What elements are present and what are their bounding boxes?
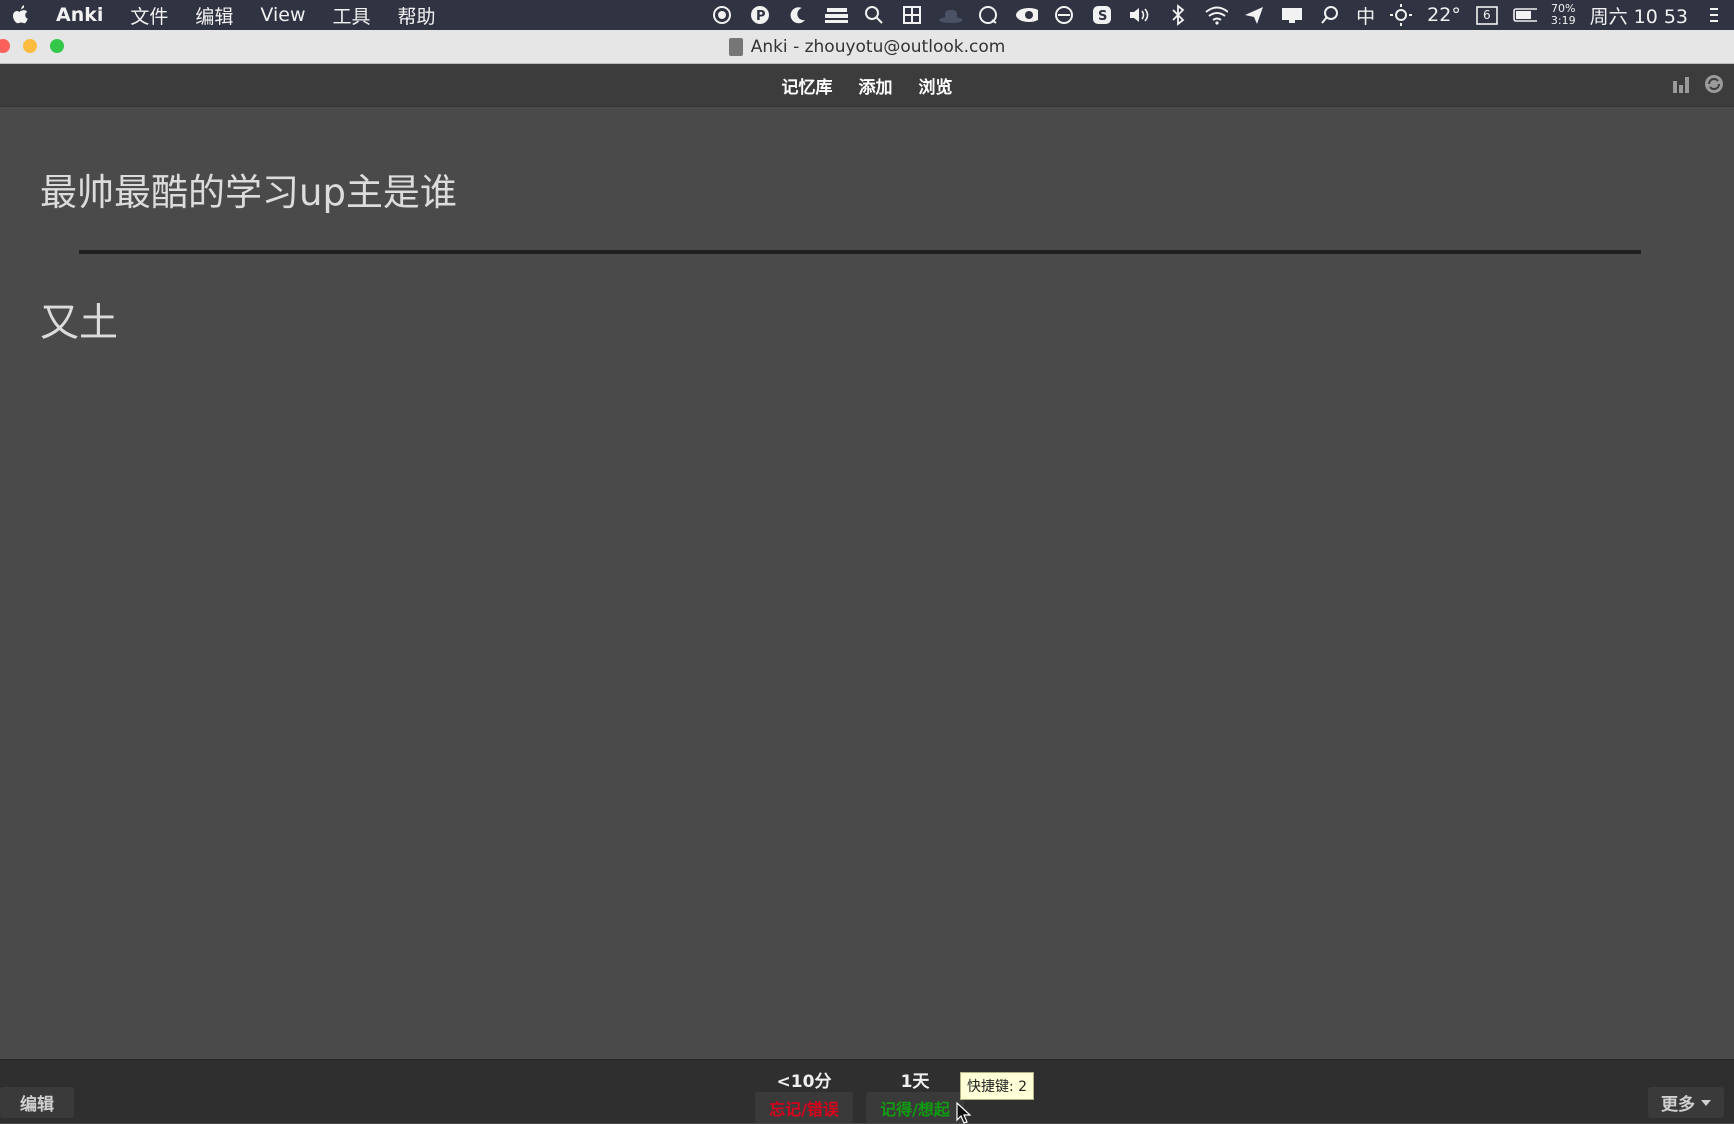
volume-icon[interactable] (1128, 3, 1152, 27)
stats-icon[interactable] (1672, 74, 1692, 94)
moon-icon[interactable] (786, 3, 810, 27)
anki-toolbar: 记忆库 添加 浏览 (0, 64, 1734, 107)
answer-divider (79, 250, 1641, 254)
card-question: 最帅最酷的学习up主是谁 (40, 171, 457, 214)
sync-icon[interactable] (1704, 74, 1724, 94)
record-icon[interactable] (710, 3, 734, 27)
menu-view[interactable]: View (260, 4, 305, 26)
shortcut-tooltip: 快捷键: 2 (960, 1072, 1035, 1100)
menu-tools[interactable]: 工具 (333, 2, 371, 29)
browse-link[interactable]: 浏览 (919, 73, 953, 98)
more-label: 更多 (1661, 1095, 1695, 1115)
bluetooth-icon[interactable] (1166, 3, 1190, 27)
clock[interactable]: 周六 10 53 (1590, 2, 1688, 29)
card-answer: 又土 (40, 301, 119, 346)
svg-text:S: S (1098, 9, 1107, 24)
mouse-cursor-icon (956, 1102, 972, 1124)
spotlight-icon[interactable] (1318, 3, 1342, 27)
calendar-icon[interactable]: 6 (1475, 3, 1499, 27)
menu-file[interactable]: 文件 (130, 2, 168, 29)
document-icon (728, 37, 743, 56)
more-button[interactable]: 更多 (1648, 1087, 1724, 1118)
good-column: 1天 记得/想起 (866, 1067, 964, 1123)
temperature[interactable]: 22° (1427, 4, 1461, 26)
stack-icon[interactable] (824, 3, 849, 27)
zoom-window-button[interactable] (50, 39, 64, 53)
answer-bar: 编辑 <10分 忘记/错误 1天 记得/想起 快捷键: 2 更多 (0, 1059, 1734, 1124)
hat-icon[interactable] (938, 3, 963, 27)
eye-icon[interactable] (1014, 3, 1039, 27)
wifi-icon[interactable] (1204, 3, 1229, 27)
brightness-icon[interactable] (1389, 3, 1413, 27)
battery-time: 3:19 (1550, 14, 1576, 27)
window-title-bar: Anki - zhouyotu@outlook.com (0, 30, 1734, 64)
menu-app-anki[interactable]: Anki (56, 4, 103, 26)
search-icon[interactable] (862, 3, 886, 27)
chevron-down-icon (1701, 1099, 1711, 1106)
p-app-icon[interactable]: P (748, 3, 772, 27)
good-button[interactable]: 记得/想起 (866, 1092, 964, 1123)
minimize-window-button[interactable] (23, 39, 37, 53)
system-menu-bar: Anki 文件 编辑 View 工具 帮助 P S 中 22° 6 70% 3:… (0, 0, 1734, 30)
good-interval: 1天 (900, 1072, 930, 1092)
battery-icon[interactable] (1513, 3, 1537, 27)
apple-icon[interactable] (10, 4, 32, 26)
window-title: Anki - zhouyotu@outlook.com (750, 36, 1006, 57)
svg-text:P: P (756, 9, 766, 24)
again-button[interactable]: 忘记/错误 (755, 1092, 853, 1123)
again-interval: <10分 (776, 1072, 832, 1092)
grid-icon[interactable] (900, 3, 924, 27)
location-icon[interactable] (1242, 3, 1266, 27)
menu-help[interactable]: 帮助 (398, 2, 436, 29)
decks-link[interactable]: 记忆库 (782, 73, 833, 98)
input-method-indicator[interactable]: 中 (1356, 2, 1375, 29)
list-icon[interactable] (1702, 3, 1726, 27)
menu-edit[interactable]: 编辑 (195, 2, 233, 29)
add-link[interactable]: 添加 (859, 73, 893, 98)
notification-icon[interactable] (1280, 3, 1304, 27)
again-column: <10分 忘记/错误 (755, 1067, 853, 1123)
card-view: 最帅最酷的学习up主是谁 又土 (0, 107, 1734, 1059)
chat-icon[interactable] (976, 3, 1000, 27)
no-entry-icon[interactable] (1052, 3, 1076, 27)
battery-status[interactable]: 70% 3:19 (1551, 3, 1576, 27)
s-app-icon[interactable]: S (1090, 3, 1114, 27)
close-window-button[interactable] (0, 39, 10, 53)
calendar-day: 6 (1483, 8, 1491, 22)
edit-button[interactable]: 编辑 (0, 1087, 74, 1118)
